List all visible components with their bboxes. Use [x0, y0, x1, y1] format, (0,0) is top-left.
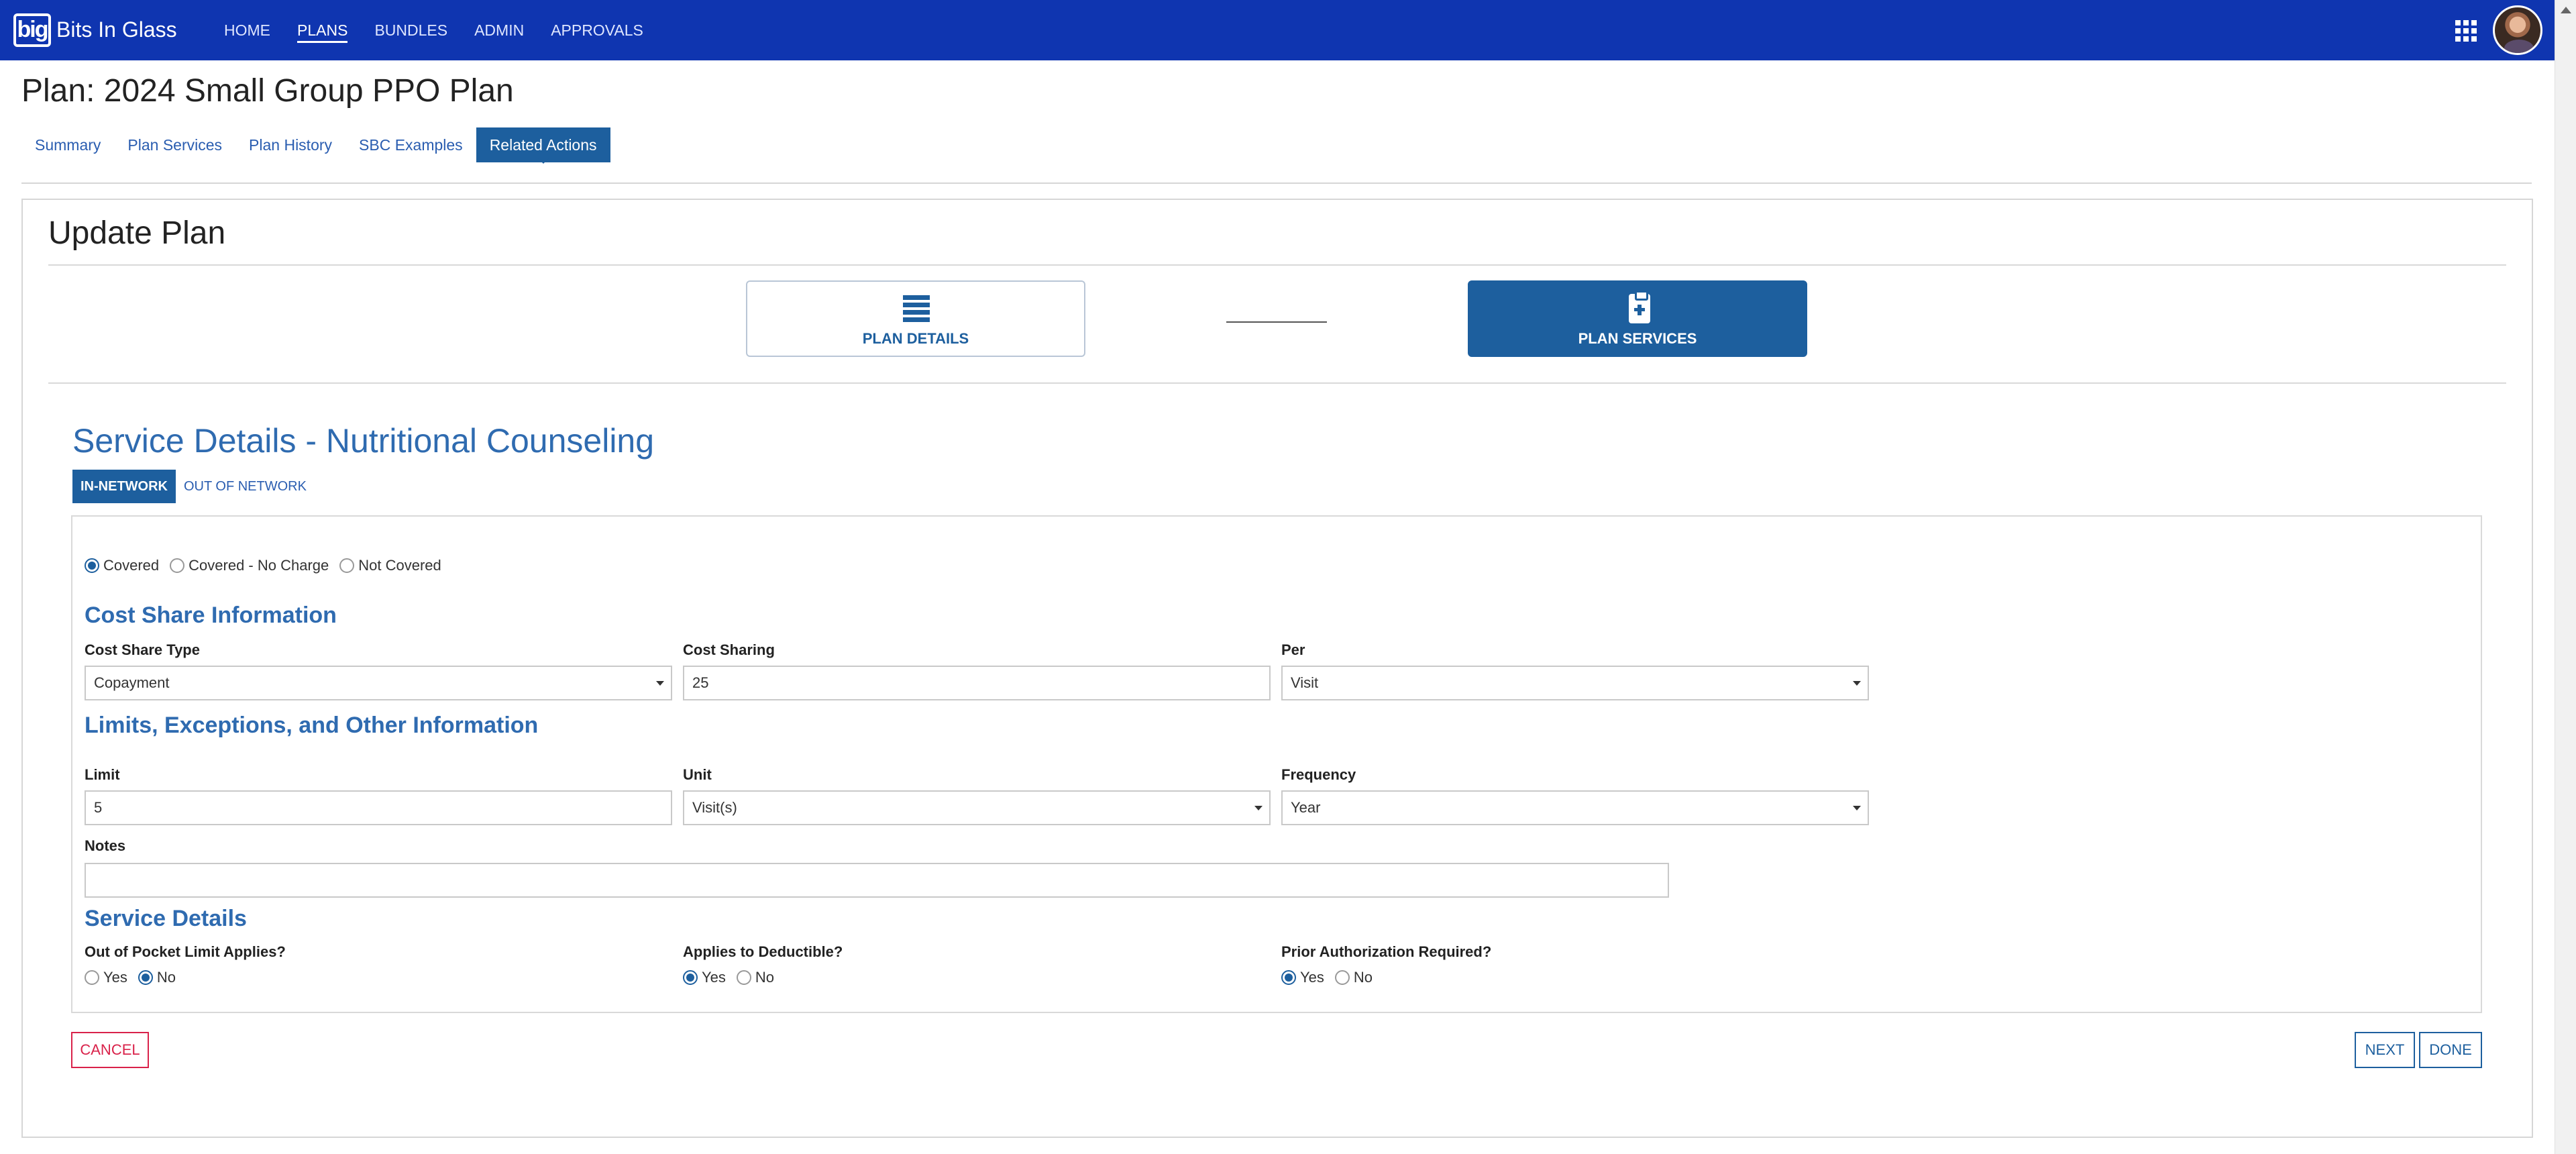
cost-share-type-select[interactable]: Copayment: [85, 666, 672, 700]
coverage-option-covered[interactable]: Covered: [85, 557, 159, 574]
cancel-button[interactable]: CANCEL: [71, 1032, 149, 1068]
radio-label: Yes: [1300, 969, 1324, 986]
step-plan-services[interactable]: PLAN SERVICES: [1468, 280, 1807, 357]
user-avatar[interactable]: [2493, 5, 2542, 55]
divider: [48, 382, 2506, 384]
next-button[interactable]: NEXT: [2355, 1032, 2415, 1068]
tab-sbc-examples[interactable]: SBC Examples: [345, 127, 476, 162]
app-name[interactable]: Bits In Glass: [56, 15, 177, 44]
radio-label: No: [156, 969, 176, 986]
page-title: Plan: 2024 Small Group PPO Plan: [21, 73, 514, 109]
frequency-label: Frequency: [1281, 766, 1356, 783]
unit-label: Unit: [683, 766, 712, 783]
limit-input[interactable]: 5: [85, 790, 672, 825]
oop-radio-group: Yes No: [85, 969, 186, 986]
radio-checked-icon[interactable]: [138, 970, 153, 985]
radio-checked-icon[interactable]: [683, 970, 698, 985]
tab-plan-services[interactable]: Plan Services: [114, 127, 235, 162]
deductible-label: Applies to Deductible?: [683, 943, 843, 960]
header-divider: [21, 182, 2532, 184]
top-navbar: big Bits In Glass HOME PLANS BUNDLES ADM…: [0, 0, 2555, 60]
step-connector: [1226, 321, 1327, 323]
page-scrollbar[interactable]: [2555, 0, 2576, 1154]
coverage-option-not-covered[interactable]: Not Covered: [339, 557, 441, 574]
main-nav: HOME PLANS BUNDLES ADMIN APPROVALS: [224, 0, 670, 60]
nav-approvals[interactable]: APPROVALS: [551, 0, 643, 60]
divider: [48, 264, 2506, 266]
prior-auth-label: Prior Authorization Required?: [1281, 943, 1492, 960]
step-label: PLAN SERVICES: [1578, 330, 1697, 347]
oop-option-yes[interactable]: Yes: [85, 969, 127, 986]
oop-option-no[interactable]: No: [138, 969, 176, 986]
prior-auth-option-no[interactable]: No: [1334, 969, 1373, 986]
update-plan-panel: Update Plan PLAN DETAILS PLAN SERVICES S…: [21, 199, 2533, 1138]
notes-input[interactable]: [85, 863, 1669, 898]
nav-bundles[interactable]: BUNDLES: [374, 0, 447, 60]
deductible-option-yes[interactable]: Yes: [683, 969, 726, 986]
radio-unchecked-icon[interactable]: [339, 558, 355, 573]
oop-label: Out of Pocket Limit Applies?: [85, 943, 286, 960]
service-title: Service Details - Nutritional Counseling: [72, 422, 655, 460]
logo-icon[interactable]: big: [13, 13, 51, 47]
list-icon: [903, 295, 930, 322]
cost-sharing-label: Cost Sharing: [683, 641, 775, 658]
radio-label: No: [755, 969, 775, 986]
network-tabs: IN-NETWORK OUT OF NETWORK: [72, 470, 315, 503]
radio-label: Yes: [103, 969, 127, 986]
radio-label: Covered: [103, 557, 160, 574]
tab-related-actions[interactable]: Related Actions: [476, 127, 610, 162]
coverage-option-no-charge[interactable]: Covered - No Charge: [170, 557, 329, 574]
radio-checked-icon[interactable]: [1281, 970, 1296, 985]
radio-label: Covered - No Charge: [189, 557, 329, 574]
step-plan-details[interactable]: PLAN DETAILS: [746, 280, 1085, 357]
tab-in-network[interactable]: IN-NETWORK: [72, 470, 176, 503]
unit-select[interactable]: Visit(s): [683, 790, 1271, 825]
radio-label: No: [1353, 969, 1373, 986]
prior-auth-radio-group: Yes No: [1281, 969, 1383, 986]
tab-summary[interactable]: Summary: [21, 127, 114, 162]
radio-unchecked-icon[interactable]: [85, 970, 99, 985]
radio-label: Yes: [702, 969, 726, 986]
apps-grid-icon[interactable]: [2455, 20, 2477, 42]
deductible-radio-group: Yes No: [683, 969, 785, 986]
tab-out-of-network[interactable]: OUT OF NETWORK: [176, 470, 315, 503]
notes-label: Notes: [85, 837, 126, 854]
service-form: Covered Covered - No Charge Not Covered …: [71, 515, 2482, 1013]
per-label: Per: [1281, 641, 1305, 658]
tab-plan-history[interactable]: Plan History: [235, 127, 345, 162]
nav-admin[interactable]: ADMIN: [474, 0, 524, 60]
service-details-heading: Service Details: [85, 906, 247, 931]
clipboard-plus-icon: [1629, 291, 1650, 323]
plan-tabs: Summary Plan Services Plan History SBC E…: [21, 127, 610, 162]
nav-plans[interactable]: PLANS: [297, 0, 348, 60]
radio-unchecked-icon[interactable]: [1334, 970, 1350, 985]
frequency-select[interactable]: Year: [1281, 790, 1869, 825]
form-title: Update Plan: [48, 215, 226, 251]
coverage-radio-group: Covered Covered - No Charge Not Covered: [85, 557, 452, 574]
radio-checked-icon[interactable]: [85, 558, 99, 573]
done-button[interactable]: DONE: [2419, 1032, 2482, 1068]
step-label: PLAN DETAILS: [862, 330, 969, 347]
per-select[interactable]: Visit: [1281, 666, 1869, 700]
cost-sharing-input[interactable]: 25: [683, 666, 1271, 700]
nav-home[interactable]: HOME: [224, 0, 270, 60]
radio-label: Not Covered: [358, 557, 441, 574]
radio-unchecked-icon[interactable]: [736, 970, 751, 985]
radio-unchecked-icon[interactable]: [170, 558, 185, 573]
cost-share-type-label: Cost Share Type: [85, 641, 200, 658]
limits-heading: Limits, Exceptions, and Other Informatio…: [85, 713, 539, 738]
limit-label: Limit: [85, 766, 120, 783]
scroll-up-arrow-icon[interactable]: [2561, 7, 2571, 13]
cost-share-heading: Cost Share Information: [85, 602, 337, 628]
deductible-option-no[interactable]: No: [736, 969, 775, 986]
prior-auth-option-yes[interactable]: Yes: [1281, 969, 1324, 986]
